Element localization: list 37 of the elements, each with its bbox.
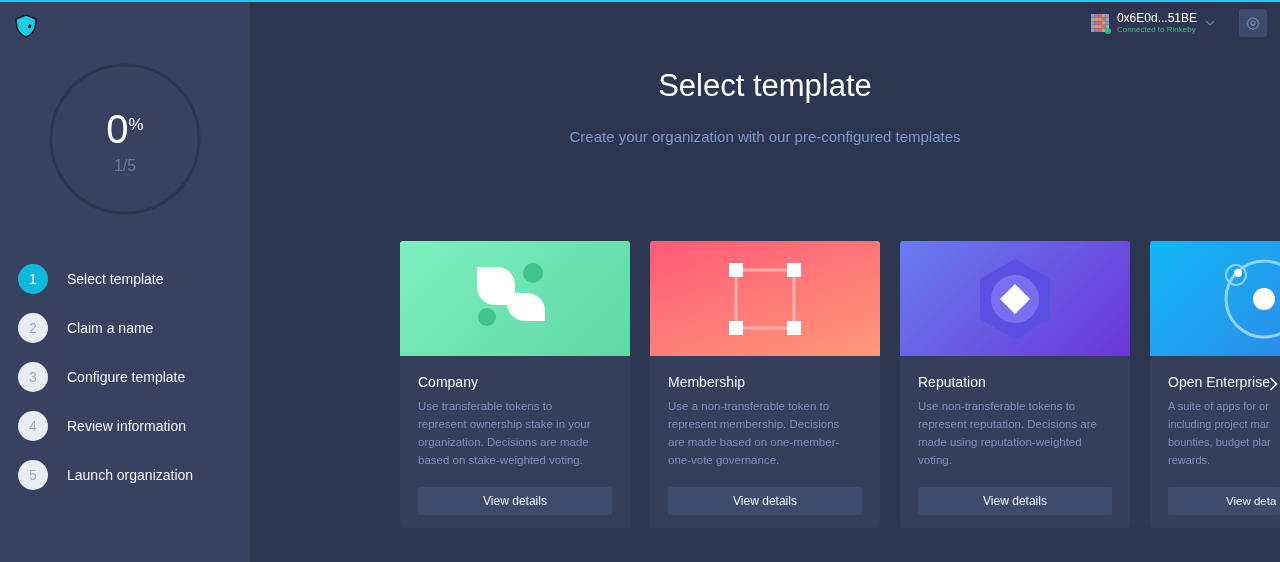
template-card[interactable]: Open Enterprise A suite of apps for or including project mar bounties, budget plar rewards. View deta [1150,241,1280,528]
progress-percent: 0$^{%}$ [106,107,144,151]
step-number: 5 [18,460,48,490]
settings-icon [1246,16,1260,30]
template-name: Company [418,373,479,391]
template-name: Reputation [918,373,987,391]
step-label: Select template [67,271,164,287]
step-number: 4 [18,411,48,441]
template-description: A suite of apps for or including project mar bounties, budget plar rewards. [1168,399,1272,468]
logo-icon [14,14,38,38]
template-description: Use transferable tokens to represent ownership stake in your organization. Decisions are made based on stake-weighted voting. [418,399,592,468]
template-name: Membership [668,373,747,391]
step-number: 3 [18,362,48,392]
caret-icon [1205,20,1215,26]
template-name: Open Enterprise [1168,373,1270,391]
step-label: Claim a name [67,320,154,336]
template-card[interactable]: Company Use transferable tokens to represent ownership stake in your organization. Decisions are made based on stake-weighted voting. View details [400,241,630,528]
account-selector[interactable]: 0x6E0d...51BE Connected to Rinkeby [1090,11,1215,35]
view-details-button[interactable]: View details [418,487,612,515]
step-number: 2 [18,313,48,343]
template-card[interactable]: Reputation Use non-transferable tokens to represent reputation. Decisions are made using reputation-weighted voting. View details [900,241,1130,528]
template-description: Use a non-transferable token to represent membership. Decisions are made based on one-member- one-vote governance. [668,399,841,468]
account-address: 0x6E0d...51BE [1116,11,1197,25]
view-details-button[interactable]: View details [668,487,862,515]
view-details-button[interactable]: View deta [1168,487,1280,515]
chevron-right-icon[interactable] [1269,376,1278,392]
template-description: Use non-transferable tokens to represent reputation. Decisions are made using reputation-weighted voting. [918,399,1098,468]
page-subtitle: Create your organization with our pre-configured templates [569,128,961,145]
network-status: Connected to Rinkeby [1116,25,1197,35]
step-label: Review information [67,418,187,434]
identicon-icon [1090,14,1109,32]
template-card[interactable]: Membership Use a non-transferable token to represent membership. Decisions are made based on one-member- one-vote governance. View details [650,241,880,528]
step-number: 1 [18,264,48,294]
view-details-button[interactable]: View details [918,487,1112,515]
page-title: Select template [658,67,872,105]
step-label: Configure template [67,369,186,385]
step-label: Launch organization [67,467,194,483]
